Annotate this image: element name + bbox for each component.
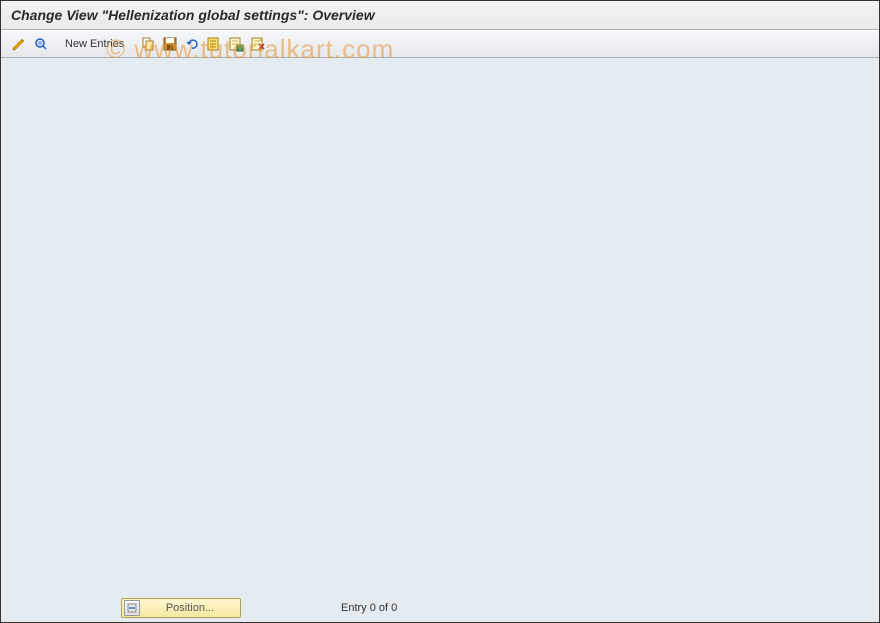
deselect-all-icon[interactable] — [226, 34, 246, 54]
undo-icon[interactable] — [182, 34, 202, 54]
entry-status: Entry 0 of 0 — [341, 602, 397, 614]
page-title: Change View "Hellenization global settin… — [1, 1, 879, 30]
copy-icon[interactable] — [138, 34, 158, 54]
position-label: Position... — [166, 602, 214, 614]
delete-icon[interactable] — [248, 34, 268, 54]
toolbar: New Entries — [1, 30, 879, 58]
position-button[interactable]: Position... — [121, 598, 241, 618]
details-icon[interactable] — [31, 34, 51, 54]
content-area — [1, 58, 879, 595]
toggle-change-icon[interactable] — [9, 34, 29, 54]
footer-bar: Position... Entry 0 of 0 — [1, 594, 879, 622]
new-entries-button[interactable]: New Entries — [57, 36, 132, 52]
select-all-icon[interactable] — [204, 34, 224, 54]
position-icon — [124, 600, 140, 616]
save-icon[interactable] — [160, 34, 180, 54]
